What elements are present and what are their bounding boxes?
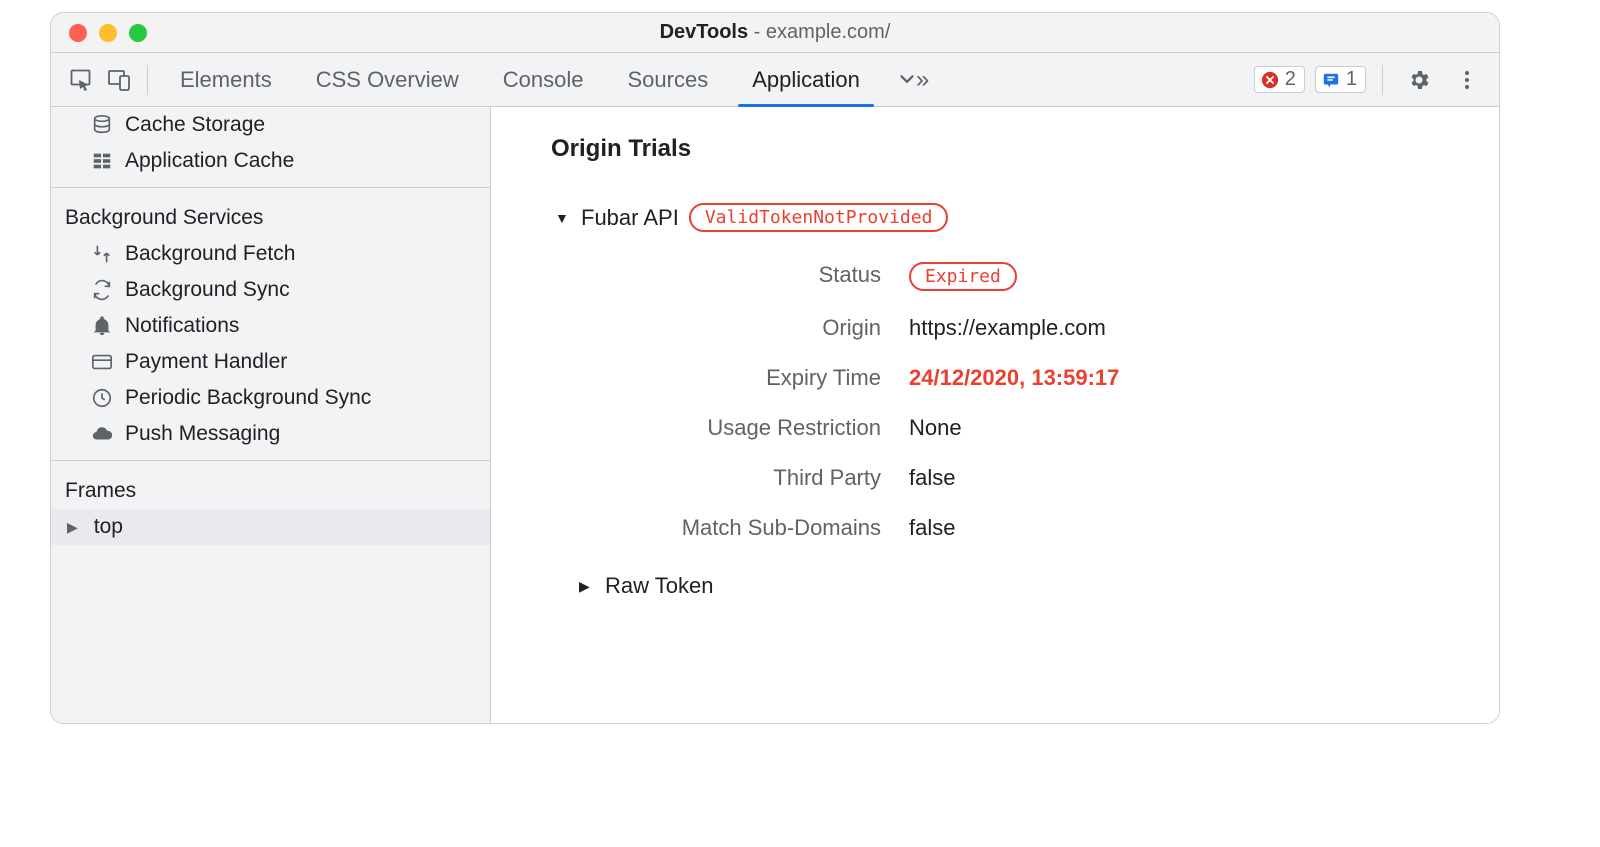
cloud-icon <box>91 423 113 445</box>
sidebar-item-label: Notifications <box>125 314 239 338</box>
tab-console[interactable]: Console <box>481 53 606 106</box>
device-toolbar-icon[interactable] <box>103 64 135 96</box>
panel-body: Cache Storage Application Cache Backgrou… <box>51 107 1499 723</box>
credit-card-icon <box>91 351 113 373</box>
issues-badge[interactable]: 1 <box>1315 66 1366 93</box>
errors-count: 2 <box>1285 68 1296 91</box>
sidebar-section-background-services: Background Services <box>51 196 490 236</box>
sidebar-item-label: Background Sync <box>125 278 290 302</box>
tab-elements[interactable]: Elements <box>158 53 294 106</box>
trial-details: Status Expired Origin https://example.co… <box>591 262 1479 541</box>
close-window-button[interactable] <box>69 24 87 42</box>
sidebar-item-label: Push Messaging <box>125 422 280 446</box>
match-subdomains-value: false <box>909 515 1479 541</box>
sidebar-item-label: Application Cache <box>125 149 294 173</box>
sidebar-item-notifications[interactable]: Notifications <box>51 308 490 344</box>
application-sidebar: Cache Storage Application Cache Backgrou… <box>51 107 491 723</box>
raw-token-label: Raw Token <box>605 573 713 599</box>
window-title-app: DevTools <box>660 21 749 43</box>
issues-count: 1 <box>1346 68 1357 91</box>
sidebar-item-application-cache[interactable]: Application Cache <box>51 143 490 179</box>
usage-restriction-label: Usage Restriction <box>591 415 881 441</box>
sidebar-item-label: Payment Handler <box>125 350 287 374</box>
caret-right-icon: ▶ <box>579 578 595 595</box>
errors-badge[interactable]: 2 <box>1254 66 1305 93</box>
origin-trials-panel: Origin Trials ▼ Fubar API ValidTokenNotP… <box>491 107 1499 723</box>
sidebar-separator <box>51 460 490 461</box>
tab-sources[interactable]: Sources <box>605 53 730 106</box>
maximize-window-button[interactable] <box>129 24 147 42</box>
panel-title: Origin Trials <box>551 135 1479 163</box>
frame-name: top <box>94 515 123 539</box>
sidebar-item-cache-storage[interactable]: Cache Storage <box>51 107 490 143</box>
minimize-window-button[interactable] <box>99 24 117 42</box>
bell-icon <box>91 315 113 337</box>
fetch-icon <box>91 243 113 265</box>
clock-icon <box>91 387 113 409</box>
window-controls <box>51 24 147 42</box>
sidebar-item-background-fetch[interactable]: Background Fetch <box>51 236 490 272</box>
sidebar-section-frames: Frames <box>51 469 490 509</box>
devtools-window: DevTools - example.com/ Elements CSS Ove… <box>50 12 1500 724</box>
database-icon <box>91 114 113 136</box>
raw-token-row[interactable]: ▶ Raw Token <box>579 573 1479 599</box>
grid-icon <box>91 150 113 172</box>
usage-restriction-value: None <box>909 415 1479 441</box>
third-party-label: Third Party <box>591 465 881 491</box>
sidebar-item-background-sync[interactable]: Background Sync <box>51 272 490 308</box>
trial-name: Fubar API <box>581 205 679 231</box>
third-party-value: false <box>909 465 1479 491</box>
sidebar-item-payment-handler[interactable]: Payment Handler <box>51 344 490 380</box>
kebab-menu-icon[interactable] <box>1451 64 1483 96</box>
sidebar-item-periodic-background-sync[interactable]: Periodic Background Sync <box>51 380 490 416</box>
chevron-right-icon: ▶ <box>67 519 78 536</box>
more-tabs-icon[interactable]: » <box>882 53 943 106</box>
status-value: Expired <box>909 262 1479 291</box>
expiry-value: 24/12/2020, 13:59:17 <box>909 365 1479 391</box>
expiry-label: Expiry Time <box>591 365 881 391</box>
origin-label: Origin <box>591 315 881 341</box>
panel-tabs: Elements CSS Overview Console Sources Ap… <box>158 53 943 106</box>
sidebar-item-frame-top[interactable]: ▶ top <box>51 509 490 545</box>
sync-icon <box>91 279 113 301</box>
sidebar-item-push-messaging[interactable]: Push Messaging <box>51 416 490 452</box>
trial-row[interactable]: ▼ Fubar API ValidTokenNotProvided <box>551 203 1479 232</box>
titlebar: DevTools - example.com/ <box>51 13 1499 53</box>
sidebar-item-label: Cache Storage <box>125 113 265 137</box>
sidebar-separator <box>51 187 490 188</box>
window-title-target: example.com/ <box>766 21 891 43</box>
tab-css-overview[interactable]: CSS Overview <box>294 53 481 106</box>
devtools-toolbar: Elements CSS Overview Console Sources Ap… <box>51 53 1499 107</box>
settings-icon[interactable] <box>1403 64 1435 96</box>
inspect-element-icon[interactable] <box>65 64 97 96</box>
status-label: Status <box>591 262 881 291</box>
match-subdomains-label: Match Sub-Domains <box>591 515 881 541</box>
caret-down-icon: ▼ <box>555 210 571 226</box>
tab-application[interactable]: Application <box>730 53 882 106</box>
window-title: DevTools - example.com/ <box>51 21 1499 44</box>
sidebar-item-label: Periodic Background Sync <box>125 386 371 410</box>
toolbar-separator-right <box>1382 65 1383 95</box>
sidebar-item-label: Background Fetch <box>125 242 295 266</box>
trial-status-pill: ValidTokenNotProvided <box>689 203 949 232</box>
origin-value: https://example.com <box>909 315 1479 341</box>
toolbar-separator <box>147 65 148 95</box>
toolbar-right: 2 1 <box>1254 64 1489 96</box>
